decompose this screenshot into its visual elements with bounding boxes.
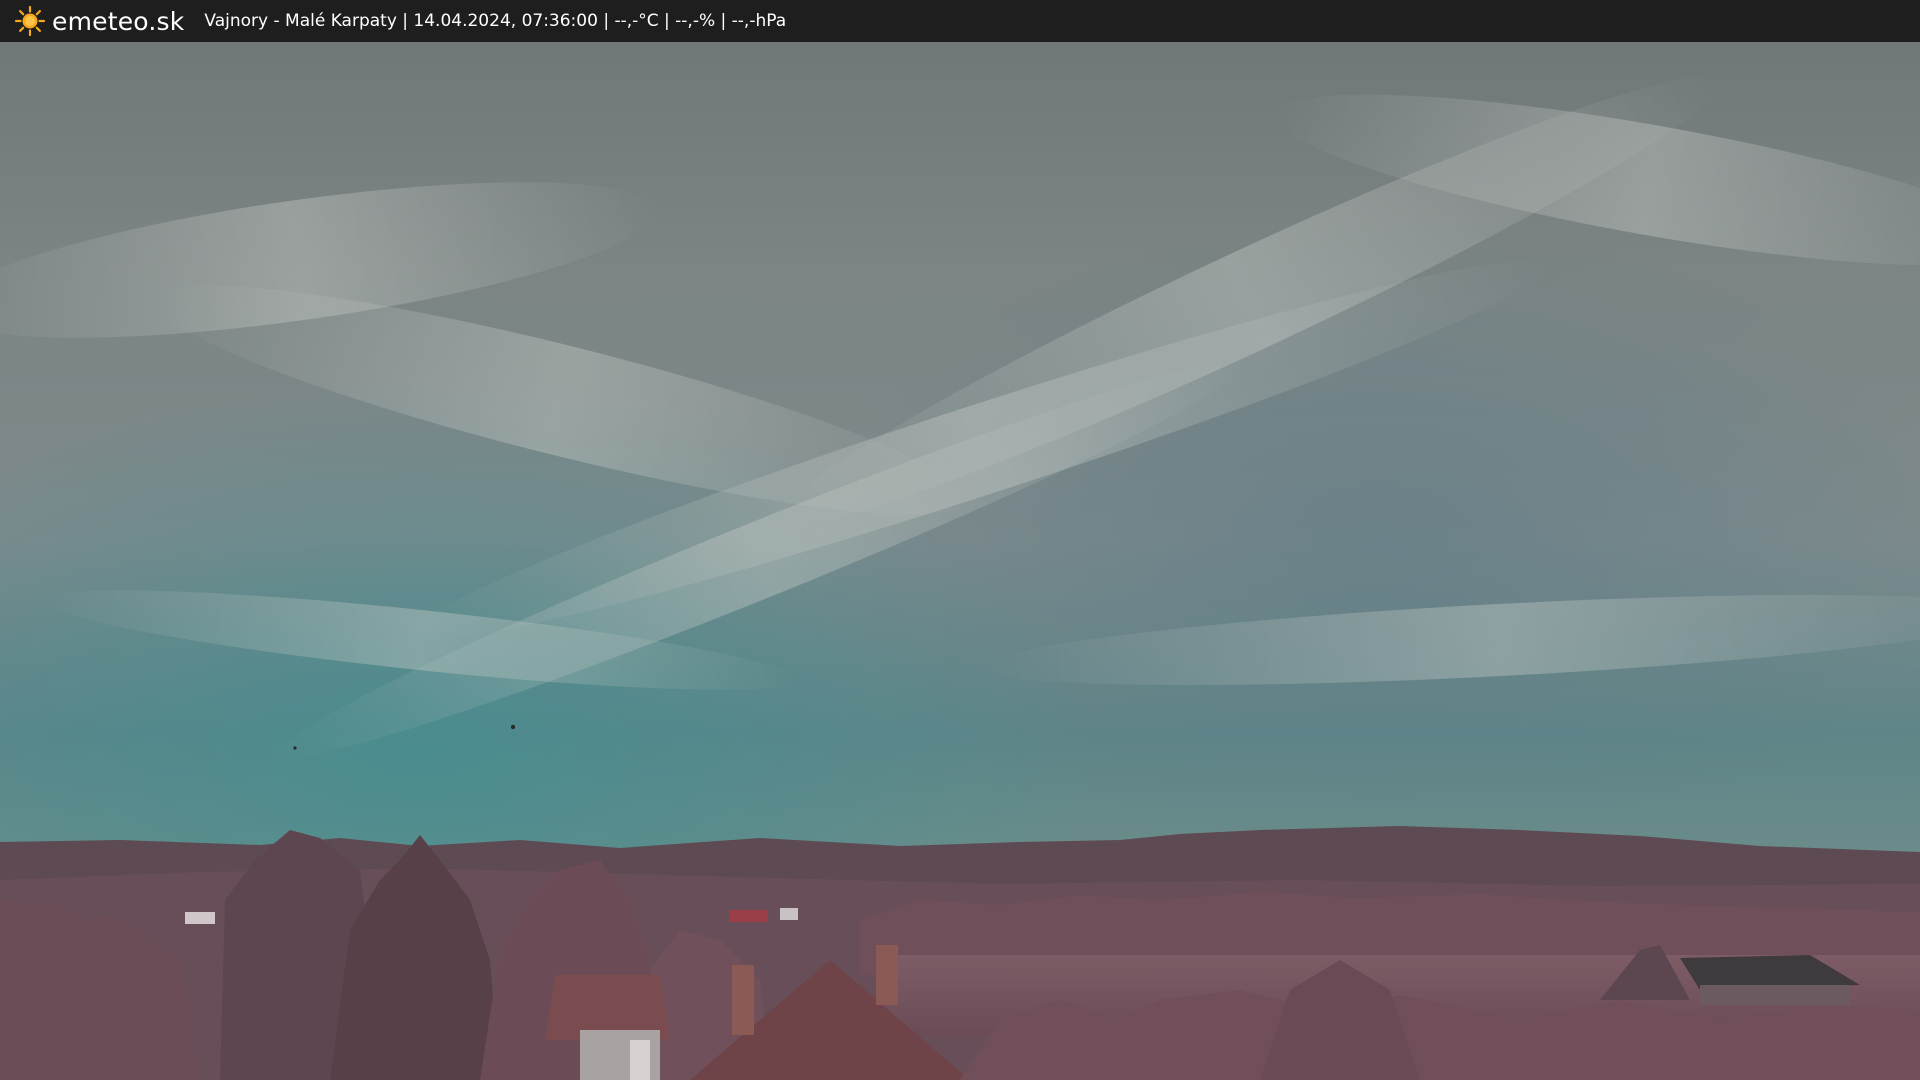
webcam-header-bar: emeteo.sk Vajnory - Malé Karpaty | 14.04… bbox=[0, 0, 1920, 42]
webcam-frame: emeteo.sk Vajnory - Malé Karpaty | 14.04… bbox=[0, 0, 1920, 1080]
sun-icon bbox=[14, 5, 46, 37]
webcam-image bbox=[0, 0, 1920, 1080]
webcam-caption: Vajnory - Malé Karpaty | 14.04.2024, 07:… bbox=[204, 11, 787, 31]
brand-name: emeteo.sk bbox=[52, 6, 185, 36]
emeteo-logo[interactable]: emeteo.sk bbox=[14, 5, 184, 37]
